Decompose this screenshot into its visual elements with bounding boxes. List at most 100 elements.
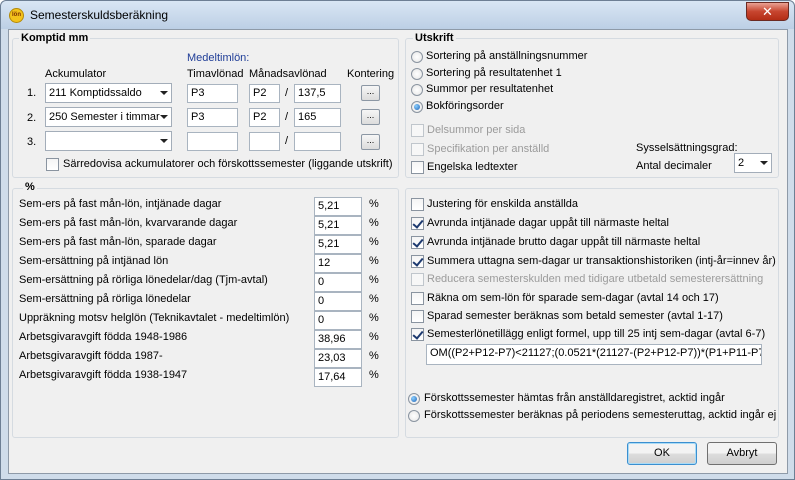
radio-label-forskott-anstalldaregistret: Förskottssemester hämtas från anställdar… [424,392,725,404]
close-button[interactable]: ✕ [746,2,789,21]
dialog-client: Komptid mm Medeltimlön: Ackumulator Tima… [8,29,788,474]
chevron-down-icon [760,161,768,165]
percent-row-input[interactable]: 23,03 [314,349,362,368]
timavlonad-input-1[interactable]: P3 [187,84,238,103]
ok-button[interactable]: OK [627,442,697,465]
percent-unit: % [369,198,379,210]
chevron-down-icon [160,115,168,119]
row-3-number: 3. [27,136,37,148]
timavlonad-input-3[interactable] [187,132,238,151]
row-1-number: 1. [27,87,37,99]
kontering-button-2[interactable]: ... [361,109,380,125]
akkumulator-select-1[interactable]: 211 Komptidssaldo [45,83,172,103]
percent-row-input[interactable]: 5,21 [314,197,362,216]
percent-row-label: Sem-ers på fast mån-lön, kvarvarande dag… [19,217,238,229]
percent-row-label: Sem-ersättning på intjänad lön [19,255,169,267]
radio-forskott-anstalldaregistret[interactable] [408,393,420,405]
radio-label-summor-resultatenhet: Summor per resultatenhet [426,83,554,95]
manadsavlonad-input-3[interactable] [249,132,280,151]
akkumulator-select-1-value: 211 Komptidssaldo [49,87,142,99]
kontering-button-1[interactable]: ... [361,85,380,101]
delsummor-checkbox[interactable] [411,124,424,137]
option-label-rakna-om: Räkna om sem-lön för sparade sem-dagar (… [427,292,719,304]
divider-1: / [285,87,289,99]
percent-row-input[interactable]: 12 [314,254,362,273]
percent-row-label: Sem-ersättning på rörliga lönedelar/dag … [19,274,268,286]
percent-unit: % [369,236,379,248]
manadsavlonad-input-1[interactable]: P2 [249,84,280,103]
title-bar[interactable]: lön Semesterskuldsberäkning ✕ [1,1,794,29]
medeltimlon-header: Medeltimlön: [187,52,250,64]
percent-row-input[interactable]: 5,21 [314,235,362,254]
option-label-sparad: Sparad semester beräknas som betald seme… [427,310,723,322]
komptid-caption: Komptid mm [19,32,91,44]
formula-input[interactable]: OM((P2+P12-P7)<21127;(0.0521*(21127-(P2+… [426,344,762,365]
window-title: Semesterskuldsberäkning [30,8,169,22]
chevron-down-icon [160,139,168,143]
radio-sortering-resultatenhet[interactable] [411,68,423,80]
radio-sortering-anstallningsnummer[interactable] [411,51,423,63]
radio-label-sortering-resultatenhet: Sortering på resultatenhet 1 [426,67,562,79]
delsummor-label: Delsummor per sida [427,124,526,136]
col-timavlonad: Timavlönad [187,68,244,80]
option-checkbox-justering[interactable] [411,198,424,211]
kontering-button-3[interactable]: ... [361,134,380,150]
akkumulator-select-3[interactable] [45,131,172,151]
option-checkbox-semesterlonetillagg[interactable] [411,328,424,341]
percent-row-input[interactable]: 0 [314,292,362,311]
option-label-avrunda-brutto: Avrunda intjänade brutto dagar uppåt til… [427,236,701,248]
row-2-number: 2. [27,112,37,124]
percent-unit: % [369,255,379,267]
option-checkbox-reducera[interactable] [411,273,424,286]
utskrift-caption: Utskrift [413,32,456,44]
manad-value-input-3[interactable] [294,132,341,151]
sarredovisa-checkbox[interactable] [46,158,59,171]
col-akkumulator: Ackumulator [45,68,107,80]
percent-unit: % [369,217,379,229]
percent-row-input[interactable]: 0 [314,311,362,330]
option-checkbox-sparad[interactable] [411,310,424,323]
engelska-checkbox[interactable] [411,161,424,174]
percent-row-label: Sem-ers på fast mån-lön, sparade dagar [19,236,217,248]
percent-row-input[interactable]: 5,21 [314,216,362,235]
manad-value-input-2[interactable]: 165 [294,108,341,127]
percent-row-input[interactable]: 17,64 [314,368,362,387]
akkumulator-select-2-value: 250 Semester i timmar [49,111,160,123]
radio-label-sortering-anstallningsnummer: Sortering på anställningsnummer [426,50,588,62]
akkumulator-select-2[interactable]: 250 Semester i timmar [45,107,172,127]
percent-unit: % [369,350,379,362]
option-checkbox-summera[interactable] [411,255,424,268]
option-checkbox-avrunda-brutto[interactable] [411,236,424,249]
percent-unit: % [369,369,379,381]
option-checkbox-rakna-om[interactable] [411,292,424,305]
sysselsattningsgrad-label: Sysselsättningsgrad: [636,142,738,154]
percent-unit: % [369,312,379,324]
option-checkbox-avrunda-dagar[interactable] [411,217,424,230]
app-icon: lön [9,8,24,23]
percent-row-label: Sem-ers på fast mån-lön, intjänade dagar [19,198,222,210]
engelska-label: Engelska ledtexter [427,161,518,173]
option-label-summera: Summera uttagna sem-dagar ur transaktion… [427,255,776,267]
option-label-avrunda-dagar: Avrunda intjänade dagar uppåt till närma… [427,217,669,229]
radio-forskott-periodens[interactable] [408,410,420,422]
col-manadsavlonad: Månadsavlönad [249,68,327,80]
radio-bokforingsorder[interactable] [411,101,423,113]
percent-row-label: Arbetsgivaravgift födda 1987- [19,350,163,362]
dialog-window: lön Semesterskuldsberäkning ✕ Komptid mm… [0,0,795,480]
manadsavlonad-input-2[interactable]: P2 [249,108,280,127]
percent-caption: % [23,181,37,193]
antal-decimaler-select[interactable]: 2 [734,153,772,173]
percent-row-label: Sem-ersättning på rörliga lönedelar [19,293,191,305]
timavlonad-input-2[interactable]: P3 [187,108,238,127]
percent-unit: % [369,293,379,305]
percent-row-input[interactable]: 38,96 [314,330,362,349]
percent-unit: % [369,331,379,343]
percent-row-label: Arbetsgivaravgift födda 1938-1947 [19,369,188,381]
manad-value-input-1[interactable]: 137,5 [294,84,341,103]
cancel-button[interactable]: Avbryt [707,442,777,465]
percent-row-input[interactable]: 0 [314,273,362,292]
specifikation-checkbox[interactable] [411,143,424,156]
option-label-reducera: Reducera semesterskulden med tidigare ut… [427,273,764,285]
radio-summor-resultatenhet[interactable] [411,84,423,96]
chevron-down-icon [160,91,168,95]
